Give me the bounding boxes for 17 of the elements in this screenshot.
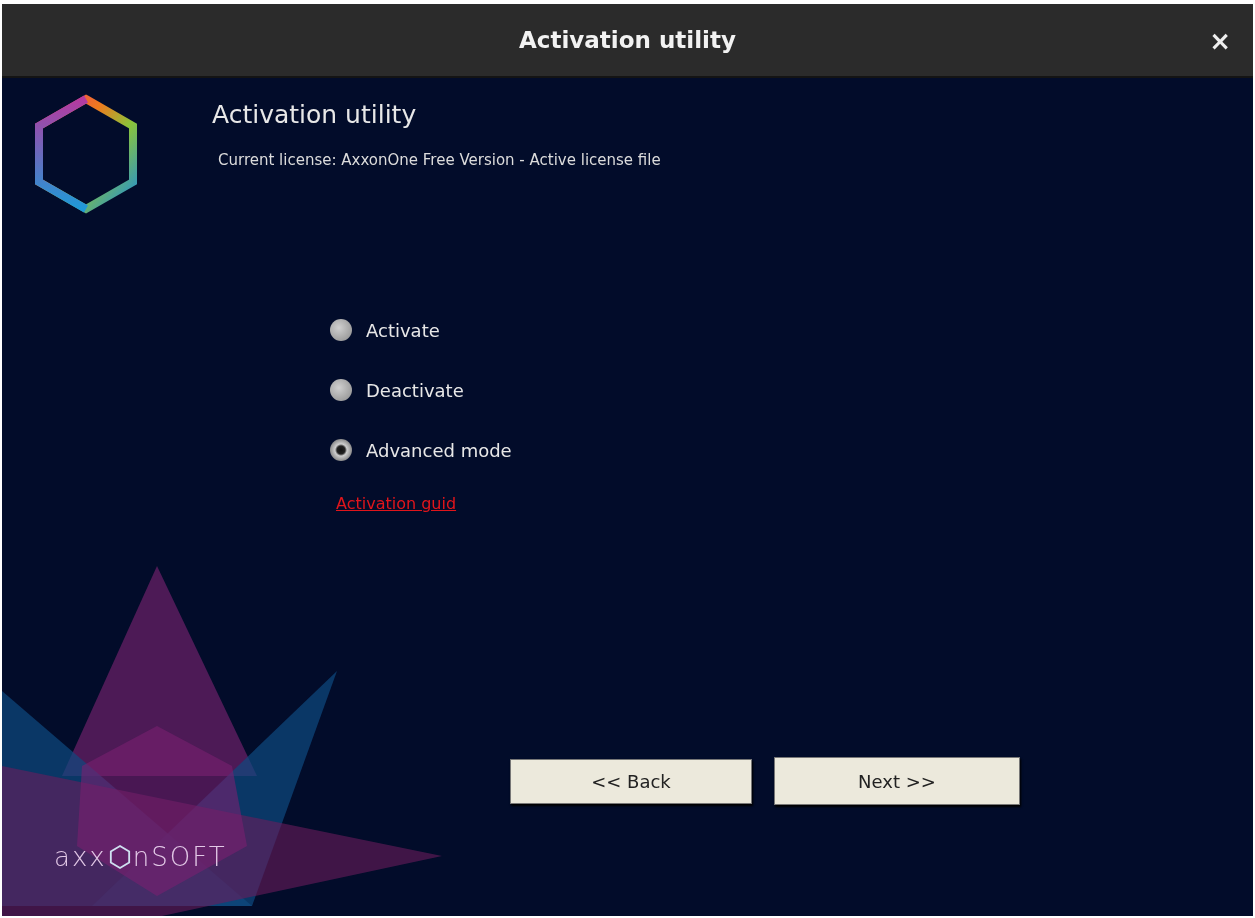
brand-text: axx	[54, 842, 107, 872]
close-button[interactable]: ×	[1205, 26, 1235, 56]
back-button[interactable]: << Back	[510, 758, 752, 804]
license-text: Current license: AxxonOne Free Version - Active license file	[218, 151, 661, 169]
next-button[interactable]: Next >>	[774, 757, 1020, 805]
radio-label[interactable]: Advanced mode	[366, 439, 512, 461]
radio-label[interactable]: Activate	[366, 319, 440, 341]
radio-button[interactable]	[330, 439, 352, 461]
heading: Activation utility	[212, 100, 418, 129]
hexagon-logo-icon	[34, 94, 138, 214]
guide-link[interactable]: Activation guid	[336, 494, 457, 513]
window-title: Activation utility	[519, 27, 736, 53]
radio-button[interactable]	[330, 379, 352, 401]
hexagon-icon	[108, 844, 131, 870]
brand-text: nSOFT	[132, 842, 227, 872]
radio-label[interactable]: Deactivate	[366, 379, 464, 401]
radio-button[interactable]	[330, 319, 352, 341]
